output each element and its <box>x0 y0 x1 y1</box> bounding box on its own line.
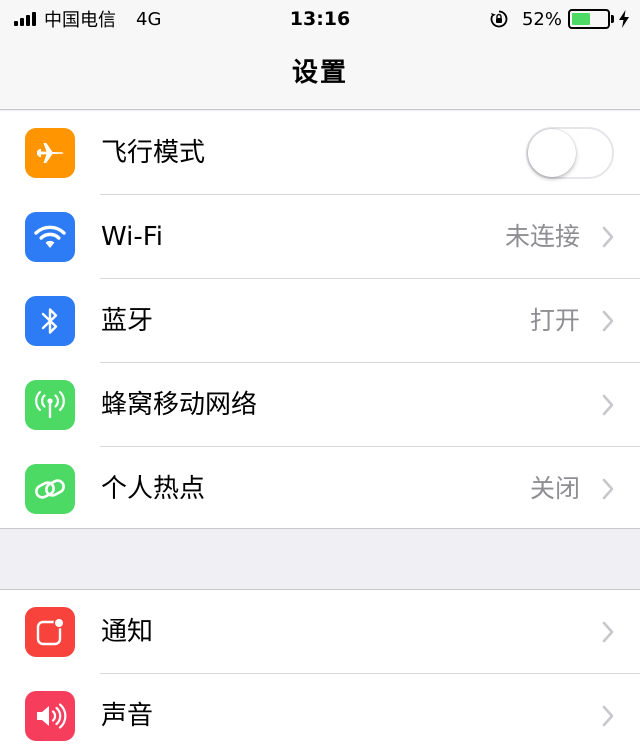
settings-group-notifications: 通知 声音 <box>0 589 640 750</box>
row-label: 声音 <box>101 701 154 731</box>
cellular-antenna-icon <box>25 380 75 430</box>
row-value: 打开 <box>529 306 580 335</box>
row-label: 蜂窝移动网络 <box>101 390 258 420</box>
row-label: Wi-Fi <box>101 222 164 252</box>
settings-row-personal-hotspot[interactable]: 个人热点 关闭 <box>0 447 640 531</box>
row-label: 蓝牙 <box>101 306 154 336</box>
airplane-icon <box>25 128 75 178</box>
navigation-bar: 设置 <box>0 38 640 110</box>
chevron-right-icon <box>602 478 614 500</box>
chevron-right-icon <box>602 226 614 248</box>
chevron-right-icon <box>602 621 614 643</box>
battery-icon <box>568 9 610 29</box>
airplane-mode-toggle[interactable] <box>526 127 614 179</box>
row-value: 关闭 <box>529 474 580 503</box>
settings-row-notifications[interactable]: 通知 <box>0 590 640 674</box>
notifications-icon <box>25 607 75 657</box>
settings-row-cellular[interactable]: 蜂窝移动网络 <box>0 363 640 447</box>
charging-bolt-icon <box>619 10 629 28</box>
settings-row-wifi[interactable]: Wi-Fi 未连接 <box>0 195 640 279</box>
settings-row-airplane-mode[interactable]: 飞行模式 <box>0 111 640 195</box>
row-label: 通知 <box>101 617 154 647</box>
chevron-right-icon <box>602 705 614 727</box>
hotspot-link-icon <box>25 464 75 514</box>
row-value: 未连接 <box>504 222 580 251</box>
toggle-knob <box>528 129 576 177</box>
settings-row-sounds[interactable]: 声音 <box>0 674 640 750</box>
page-title: 设置 <box>291 58 348 88</box>
bluetooth-icon <box>25 296 75 346</box>
settings-row-bluetooth[interactable]: 蓝牙 打开 <box>0 279 640 363</box>
row-label: 飞行模式 <box>101 138 206 168</box>
row-label: 个人热点 <box>101 474 206 504</box>
status-bar: 中国电信 4G 13:16 52% <box>0 0 640 38</box>
chevron-right-icon <box>602 394 614 416</box>
battery-percent: 52% <box>521 8 562 30</box>
wifi-icon <box>25 212 75 262</box>
chevron-right-icon <box>602 310 614 332</box>
orientation-lock-icon <box>490 10 508 28</box>
speaker-icon <box>25 691 75 741</box>
settings-group-connectivity: 飞行模式 Wi-Fi 未连接 蓝牙 打开 蜂窝移动网络 个人热点 关闭 <box>0 111 640 529</box>
